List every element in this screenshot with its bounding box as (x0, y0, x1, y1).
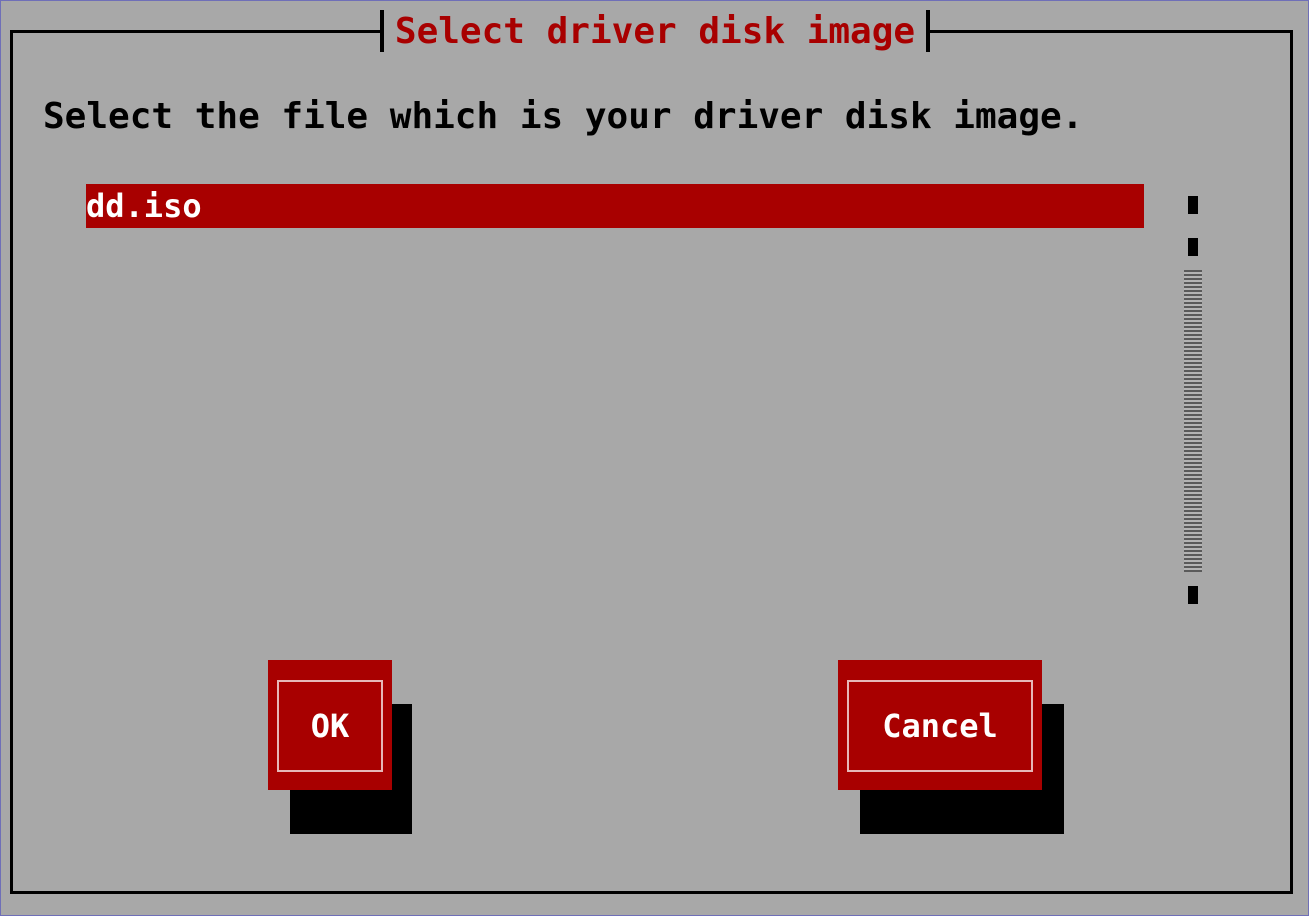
dialog-title: Select driver disk image (394, 11, 916, 52)
list-item[interactable]: dd.iso (86, 184, 1144, 228)
ok-button[interactable]: OK (268, 660, 392, 790)
scroll-down-arrow-icon[interactable] (1188, 586, 1198, 604)
cancel-button-label: Cancel (847, 680, 1033, 772)
file-list[interactable]: dd.iso (86, 184, 1144, 604)
ok-button-group: OK (268, 660, 412, 834)
title-bracket-right (926, 10, 930, 52)
cancel-button-group: Cancel (838, 660, 1064, 834)
cancel-button[interactable]: Cancel (838, 660, 1042, 790)
scrollbar-thumb[interactable] (1184, 270, 1202, 572)
scroll-up-arrow-icon[interactable] (1188, 196, 1198, 214)
scroll-up-arrow-icon[interactable] (1188, 238, 1198, 256)
dialog-title-bar: Select driver disk image (380, 8, 930, 56)
dialog-prompt: Select the file which is your driver dis… (43, 96, 1084, 137)
ok-button-label: OK (277, 680, 383, 772)
scrollbar[interactable] (1182, 192, 1204, 608)
